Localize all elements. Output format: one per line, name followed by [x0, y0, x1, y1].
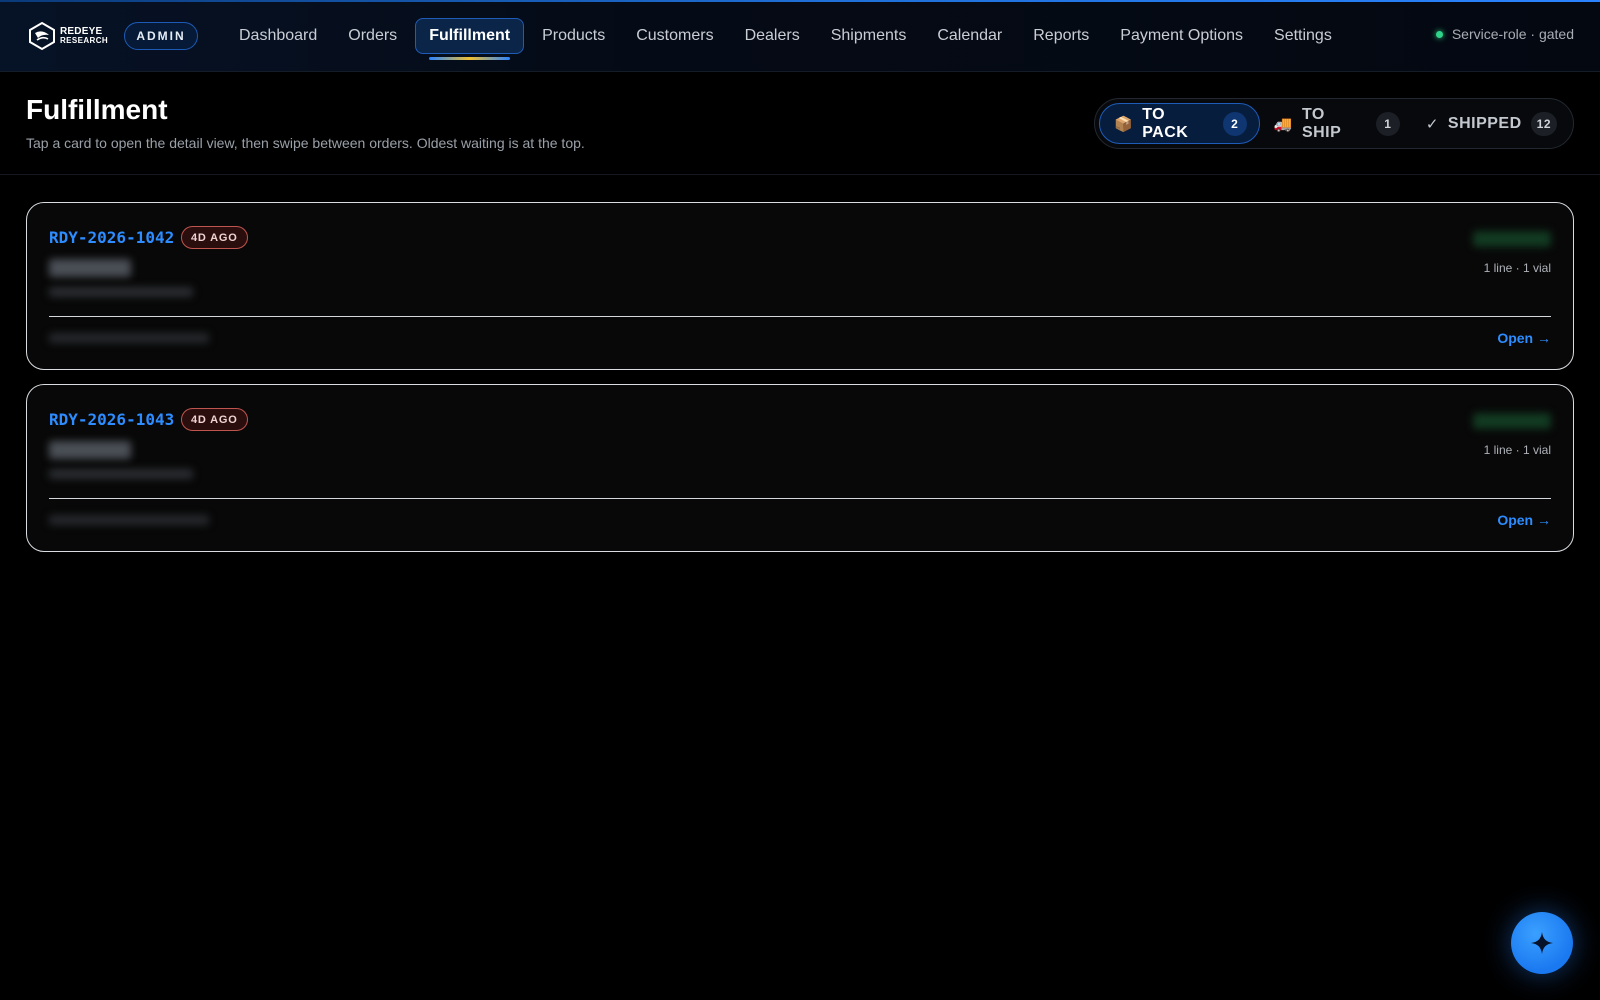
tab-label: TO SHIP [1301, 105, 1342, 141]
assistant-fab-button[interactable] [1511, 912, 1573, 974]
nav-item-products[interactable]: Products [529, 18, 618, 54]
card-divider [49, 498, 1551, 499]
redacted-order-total [1473, 413, 1551, 429]
nav-item-dashboard[interactable]: Dashboard [226, 18, 330, 54]
nav-item-reports[interactable]: Reports [1020, 18, 1102, 54]
tab-label: SHIPPED [1447, 114, 1522, 132]
open-order-link[interactable]: Open → [1497, 330, 1551, 346]
redacted-order-total [1473, 231, 1551, 247]
nav-item-fulfillment[interactable]: Fulfillment [415, 18, 525, 60]
nav-item-orders[interactable]: Orders [335, 18, 410, 54]
age-badge: 4D AGO [181, 226, 248, 249]
order-card[interactable]: RDY-2026-1043 4D AGO 1 line · 1 vial Ope… [26, 384, 1574, 552]
nav-item-payment-options[interactable]: Payment Options [1107, 18, 1256, 54]
service-status-label: Service-role · gated [1451, 26, 1574, 42]
order-line-summary: 1 line · 1 vial [1483, 443, 1551, 457]
status-dot-icon [1435, 30, 1443, 38]
brand-wordmark: REDEYE RESEARCH [60, 26, 109, 46]
tab-to-pack[interactable]: 📦 TO PACK 2 [1099, 103, 1260, 144]
redacted-customer-name [49, 441, 131, 459]
redacted-order-footer [49, 515, 209, 525]
brand-logo[interactable]: REDEYE RESEARCH [28, 20, 110, 52]
nav-item-dealers[interactable]: Dealers [732, 18, 813, 54]
service-status: Service-role · gated [1435, 26, 1574, 42]
redacted-order-footer [49, 333, 209, 343]
tab-to-ship[interactable]: 🚚 TO SHIP 1 [1260, 103, 1412, 144]
tab-count: 2 [1222, 111, 1247, 136]
open-order-link[interactable]: Open → [1497, 512, 1551, 528]
nav-item-settings[interactable]: Settings [1261, 18, 1345, 54]
order-card[interactable]: RDY-2026-1042 4D AGO 1 line · 1 vial Ope… [26, 202, 1574, 370]
order-line-summary: 1 line · 1 vial [1483, 261, 1551, 275]
redacted-customer-detail [49, 287, 193, 297]
order-id: RDY-2026-1043 [49, 410, 175, 429]
order-id: RDY-2026-1042 [49, 228, 175, 247]
age-badge: 4D AGO [181, 408, 248, 431]
top-accent-line [0, 0, 1600, 2]
tab-shipped[interactable]: ✓ SHIPPED 12 [1412, 103, 1569, 144]
main-nav: Dashboard Orders Fulfillment Products Cu… [226, 18, 1350, 60]
tab-count: 12 [1530, 111, 1557, 136]
brand-line-1: REDEYE [60, 26, 103, 37]
role-badge: ADMIN [124, 22, 198, 50]
package-icon: 📦 [1114, 115, 1134, 133]
tab-label: TO PACK [1142, 105, 1189, 141]
page-subtitle: Tap a card to open the detail view, then… [26, 135, 585, 151]
tab-count: 1 [1375, 111, 1400, 136]
nav-item-customers[interactable]: Customers [623, 18, 726, 54]
truck-icon: 🚚 [1273, 115, 1293, 133]
brand-line-2: RESEARCH [60, 36, 109, 45]
card-divider [49, 316, 1551, 317]
redacted-customer-detail [49, 469, 193, 479]
check-icon: ✓ [1425, 115, 1439, 133]
redacted-customer-name [49, 259, 131, 277]
header-divider [0, 174, 1600, 175]
fulfillment-status-tabs: 📦 TO PACK 2 🚚 TO SHIP 1 ✓ SHIPPED 12 [1094, 98, 1574, 149]
redeye-logo-icon [29, 21, 55, 51]
page-title: Fulfillment [26, 94, 168, 125]
nav-item-shipments[interactable]: Shipments [818, 18, 920, 54]
sparkle-icon [1531, 932, 1553, 954]
nav-item-calendar[interactable]: Calendar [924, 18, 1015, 54]
top-navigation-bar: REDEYE RESEARCH ADMIN Dashboard Orders F… [0, 0, 1600, 72]
